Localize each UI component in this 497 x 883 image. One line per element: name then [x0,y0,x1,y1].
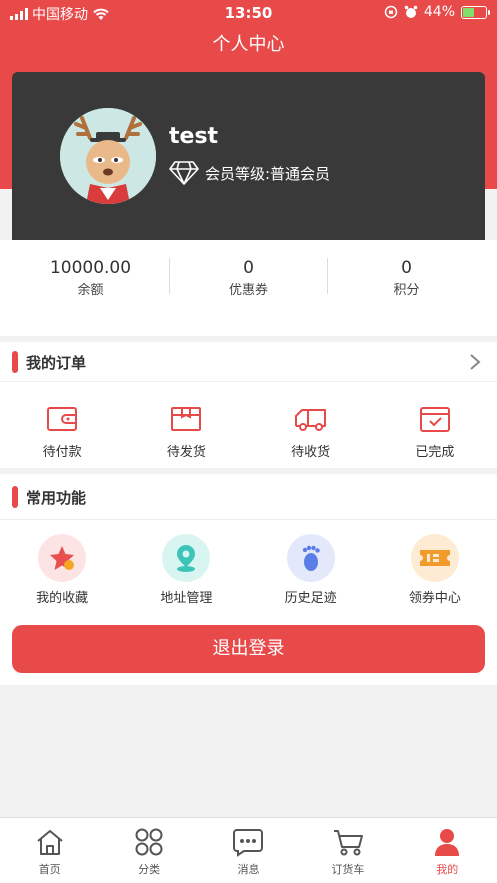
rotation-lock-icon [384,5,398,19]
diamond-icon [169,161,199,185]
function-label: 我的收藏 [36,591,89,606]
coupon-icon [419,550,450,566]
tab-label: 分类 [138,863,161,876]
package-icon [171,407,202,431]
function-label: 地址管理 [160,591,213,606]
order-label: 已完成 [415,445,455,460]
alarm-icon [404,5,418,18]
avatar[interactable] [60,108,156,204]
footprint-icon [302,545,320,571]
function-label: 领券中心 [408,591,461,606]
account-stats: 10000.00 余额 0 优惠券 0 积分 [0,240,497,336]
tab-label: 我的 [436,863,459,876]
section-marker [12,351,18,373]
section-marker [12,486,18,508]
cart-icon [333,830,363,856]
category-icon [135,828,163,856]
function-history[interactable]: 历史足迹 [249,534,373,606]
order-label: 待收货 [291,445,331,460]
tab-cart[interactable]: 订货车 [298,818,397,883]
chevron-right-icon[interactable] [467,352,483,372]
order-pending-receipt[interactable]: 待收货 [249,402,373,460]
section-title: 常用功能 [26,489,87,507]
wallet-icon [47,407,78,431]
stat-label: 余额 [77,283,104,298]
logout-button[interactable]: 退出登录 [12,625,485,673]
tab-bar: 首页 分类 消息 订货车 我的 [0,817,497,883]
location-icon [177,545,196,572]
order-label: 待付款 [42,445,82,460]
battery-percent: 44% [423,4,455,20]
stat-points[interactable]: 0 积分 [328,258,485,298]
orders-section: 我的订单 待付款 待发货 待收货 已完成 [0,342,497,468]
stat-value: 0 [243,258,254,278]
page-title: 个人中心 [212,34,285,55]
home-icon [37,830,63,855]
tab-label: 首页 [38,863,61,876]
order-completed[interactable]: 已完成 [373,402,497,460]
function-address[interactable]: 地址管理 [124,534,248,606]
username: test [169,124,219,149]
stat-label: 优惠券 [228,283,268,298]
function-favorites[interactable]: 我的收藏 [0,534,124,606]
section-title: 我的订单 [26,354,87,372]
completed-icon [419,407,450,432]
stat-value: 10000.00 [49,258,132,278]
function-coupon-center[interactable]: 领券中心 [373,534,497,606]
status-bar: 中国移动 13:50 44% [0,0,497,26]
tab-messages[interactable]: 消息 [199,818,298,883]
member-level: 会员等级:普通会员 [169,160,330,186]
stat-value: 0 [401,258,412,278]
tab-profile[interactable]: 我的 [398,818,497,883]
tab-home[interactable]: 首页 [0,818,99,883]
stat-label: 积分 [393,283,420,298]
orders-header[interactable]: 我的订单 [0,342,497,382]
function-label: 历史足迹 [284,591,337,606]
order-label: 待发货 [166,445,206,460]
order-pending-shipment[interactable]: 待发货 [124,402,248,460]
star-icon [50,546,75,570]
tab-label: 订货车 [331,863,365,876]
message-icon [233,829,264,857]
order-pending-payment[interactable]: 待付款 [0,402,124,460]
truck-icon [294,409,326,431]
profile-card: test 会员等级:普通会员 [12,72,485,240]
tab-category[interactable]: 分类 [99,818,198,883]
functions-header: 常用功能 [0,474,497,520]
stat-coupons[interactable]: 0 优惠券 [170,258,327,298]
battery-icon [461,5,490,19]
stat-balance[interactable]: 10000.00 余额 [12,258,169,298]
tab-label: 消息 [237,863,260,876]
profile-icon [435,829,460,856]
member-level-text: 会员等级:普通会员 [205,164,331,183]
